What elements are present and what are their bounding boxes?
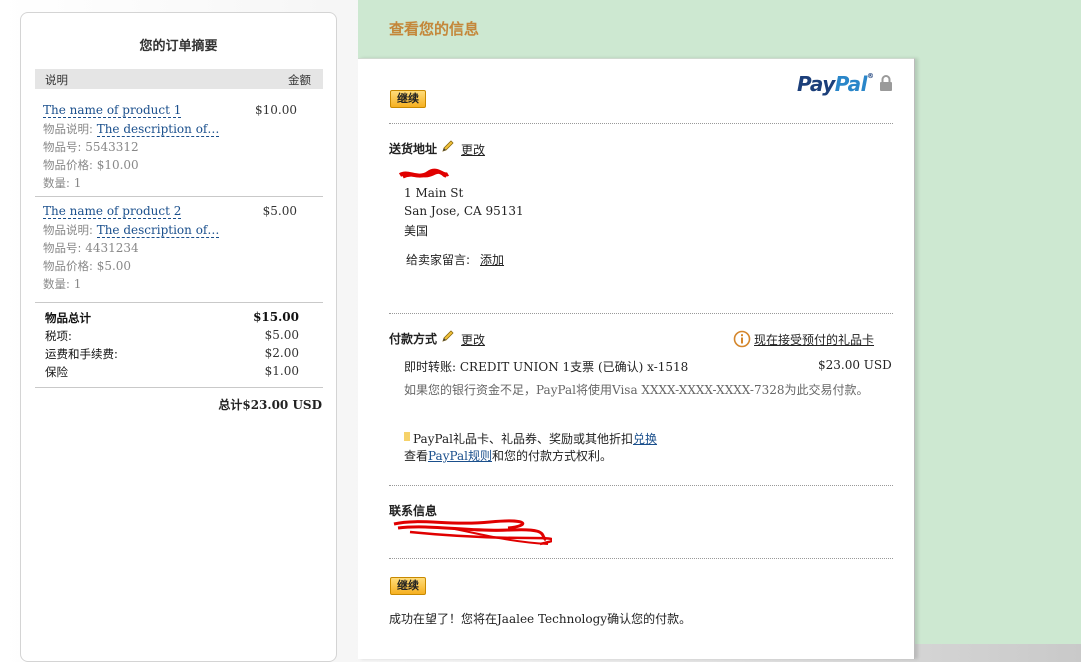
grand-total-value: $23.00 USD <box>242 398 322 412</box>
logo-pay: Pay <box>797 72 835 96</box>
item-qty: 1 <box>73 277 82 291</box>
divider <box>35 387 323 388</box>
giftcard-link[interactable]: 现在接受预付的礼品卡 <box>754 331 874 348</box>
item-price-label: 物品价格: <box>43 158 93 172</box>
item-number: 5543312 <box>85 140 139 154</box>
add-seller-note-link[interactable]: 添加 <box>480 251 504 268</box>
item-qty-label: 数量: <box>43 277 70 291</box>
item-qty-label: 数量: <box>43 176 70 190</box>
payment-amount: $23.00 USD <box>818 358 892 372</box>
order-item-1: The name of product 1 $10.00 物品说明: The d… <box>35 103 323 193</box>
logo-tm: ® <box>867 72 874 80</box>
desc-label: 物品说明: <box>43 122 93 136</box>
order-summary-panel: 您的订单摘要 说明 金额 The name of product 1 $10.0… <box>20 12 337 662</box>
item-number: 4431234 <box>85 241 139 255</box>
rules-prefix: 查看 <box>404 449 429 463</box>
shipping-fee-value: $2.00 <box>264 346 299 360</box>
change-payment-link[interactable]: 更改 <box>461 331 485 348</box>
shipping-heading: 送货地址 <box>389 142 438 156</box>
redacted-contact <box>393 519 552 546</box>
info-icon <box>733 330 751 348</box>
item-price: $10.00 <box>96 158 139 172</box>
continue-button-bottom[interactable]: 继续 <box>390 577 426 595</box>
divider <box>389 558 893 559</box>
continue-button[interactable]: 继续 <box>390 90 426 108</box>
logo-pal: Pal <box>834 72 868 96</box>
divider <box>389 485 893 486</box>
paypal-rules-link[interactable]: PayPal规则 <box>428 449 492 463</box>
change-shipping-link[interactable]: 更改 <box>461 141 485 158</box>
col-description: 说明 <box>45 73 68 87</box>
grand-total: 总计$23.00 USD <box>218 396 322 413</box>
divider <box>389 123 893 124</box>
product-name-link[interactable]: The name of product 1 <box>43 103 182 118</box>
insurance-label: 保险 <box>45 365 68 379</box>
shipping-fee-label: 运费和手续费: <box>45 347 118 361</box>
tax-value: $5.00 <box>264 328 299 342</box>
item-amount: $5.00 <box>262 204 297 218</box>
shipping-fee-row: 运费和手续费: $2.00 <box>35 346 323 364</box>
divider <box>35 302 323 303</box>
seller-note-label: 给卖家留言: <box>406 253 471 267</box>
rules-suffix: 和您的付款方式权利。 <box>492 449 613 463</box>
redeem-link[interactable]: 兑换 <box>633 432 657 446</box>
rules-line: 查看PayPal规则和您的付款方式权利。 <box>404 447 612 464</box>
item-amount: $10.00 <box>255 103 297 117</box>
pencil-icon <box>442 330 454 342</box>
item-description-link[interactable]: The description of… <box>96 223 220 238</box>
grand-total-label: 总计 <box>218 398 243 412</box>
divider <box>35 196 323 197</box>
insurance-value: $1.00 <box>264 364 299 378</box>
order-summary-title: 您的订单摘要 <box>139 39 218 54</box>
item-description-link[interactable]: The description of… <box>96 122 220 137</box>
address-line2: San Jose, CA 95131 <box>404 204 524 218</box>
subtotal-row: 物品总计 $15.00 <box>35 310 323 328</box>
payment-method: 即时转账: CREDIT UNION 1支票 (已确认) x-1518 <box>404 360 689 374</box>
product-name-link[interactable]: The name of product 2 <box>43 204 182 219</box>
desc-label: 物品说明: <box>43 223 93 237</box>
footer-confirm-text: 成功在望了！您将在Jaalee Technology确认您的付款。 <box>389 612 692 626</box>
fallback-funding-note: 如果您的银行资金不足，PayPal将使用Visa XXXX-XXXX-XXXX-… <box>404 383 869 397</box>
tax-label: 税项: <box>45 329 72 343</box>
summary-table-header: 说明 金额 <box>35 69 323 89</box>
item-price: $5.00 <box>96 259 132 273</box>
item-price-label: 物品价格: <box>43 259 93 273</box>
page-title: 查看您的信息 <box>389 20 480 38</box>
redeem-line: PayPal礼品卡、礼品券、奖励或其他折扣兑换 <box>413 430 657 447</box>
address-line1: 1 Main St <box>404 186 464 200</box>
subtotal-value: $15.00 <box>253 310 299 324</box>
item-number-label: 物品号: <box>43 241 82 255</box>
item-qty: 1 <box>73 176 82 190</box>
item-number-label: 物品号: <box>43 140 82 154</box>
tax-row: 税项: $5.00 <box>35 328 323 346</box>
redacted-name <box>398 168 450 179</box>
subtotal-label: 物品总计 <box>45 311 91 325</box>
bullet-marker <box>404 432 410 441</box>
insurance-row: 保险 $1.00 <box>35 364 323 382</box>
paypal-logo: PayPal® <box>797 72 874 96</box>
pencil-icon <box>442 140 454 152</box>
order-item-2: The name of product 2 $5.00 物品说明: The de… <box>35 204 323 294</box>
redeem-text: PayPal礼品卡、礼品券、奖励或其他折扣 <box>413 432 633 446</box>
lock-icon <box>880 75 892 91</box>
address-country: 美国 <box>404 224 429 238</box>
payment-heading: 付款方式 <box>389 332 438 346</box>
col-amount: 金额 <box>288 73 311 87</box>
divider <box>389 313 893 314</box>
